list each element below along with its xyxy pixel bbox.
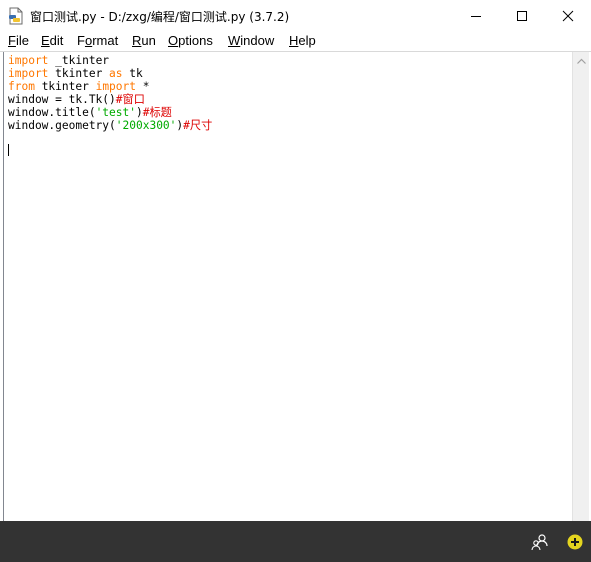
menu-options[interactable]: Options [168, 33, 213, 48]
text-cursor [8, 144, 9, 156]
menu-format[interactable]: Format [77, 33, 118, 48]
vertical-scrollbar[interactable] [572, 52, 590, 521]
code-text-segment: tk [122, 67, 143, 80]
code-text-segment: window = tk.Tk() [8, 93, 116, 106]
menu-file-mnemonic: F [8, 33, 16, 48]
keyword: import [95, 80, 136, 93]
menu-options-label: ptions [178, 33, 213, 48]
menu-edit-label: dit [49, 33, 64, 48]
code-text-segment: tkinter [34, 80, 96, 93]
code-text-segment: _tkinter [48, 54, 110, 67]
menu-help-label: elp [298, 33, 316, 48]
keyword: import [8, 67, 49, 80]
menu-edit-mnemonic: E [41, 33, 50, 48]
menu-help-mnemonic: H [289, 33, 299, 48]
menu-file-label: ile [15, 33, 29, 48]
code-editor[interactable]: import _tkinter import tkinter as tk from … [3, 52, 573, 521]
code-text-segment: ) [135, 106, 143, 119]
menu-format-prefix: F [77, 33, 85, 48]
code-text-segment: window.title( [8, 106, 96, 119]
menu-edit[interactable]: Edit [41, 33, 63, 48]
menu-run[interactable]: Run [132, 33, 156, 48]
window-title: 窗口测试.py - D:/zxg/编程/窗口测试.py (3.7.2) [30, 10, 290, 24]
string-literal: 'test' [95, 106, 136, 119]
comment: #窗口 [115, 93, 145, 106]
maximize-icon [517, 10, 527, 21]
code-line-2: import tkinter as tk [8, 67, 212, 80]
maximize-button[interactable] [499, 0, 545, 31]
menu-format-label: rmat [92, 33, 119, 48]
minimize-button[interactable] [453, 0, 499, 31]
code-text-segment: * [136, 80, 150, 93]
chevron-up-icon [577, 58, 586, 64]
menu-run-label: un [141, 33, 156, 48]
menu-run-mnemonic: R [132, 33, 142, 48]
menu-options-mnemonic: O [168, 33, 179, 48]
code-line-3: from tkinter import * [8, 80, 212, 93]
menu-window-mnemonic: W [228, 33, 241, 48]
close-icon [562, 10, 574, 21]
menu-help[interactable]: Help [289, 33, 316, 48]
code-line-4: window = tk.Tk()#窗口 [8, 93, 212, 106]
menu-window[interactable]: Window [228, 33, 274, 48]
code-line-1: import _tkinter [8, 54, 212, 67]
code-text-segment: window.geometry( [8, 119, 116, 132]
string-literal: '200x300' [115, 119, 177, 132]
code-line-5: window.title('test')#标题 [8, 106, 212, 119]
close-button[interactable] [545, 0, 591, 31]
menu-window-label: indow [240, 33, 275, 48]
comment: #标题 [142, 106, 172, 119]
code-text: import _tkinter import tkinter as tk from … [8, 54, 212, 132]
keyword: as [109, 67, 123, 80]
code-line-6: window.geometry('200x300')#尺寸 [8, 119, 212, 132]
add-badge-icon[interactable] [566, 533, 584, 551]
menu-file[interactable]: File [8, 33, 29, 48]
comment: #尺寸 [183, 119, 213, 132]
keyword: from [8, 80, 35, 93]
keyword: import [8, 54, 49, 67]
minimize-icon [471, 15, 481, 17]
code-text-segment: tkinter [48, 67, 110, 80]
python-file-icon [9, 7, 23, 25]
menu-bar: File Edit Format Run Options Window Help [0, 31, 591, 51]
scroll-up-button[interactable] [573, 52, 590, 69]
people-icon[interactable] [531, 533, 549, 551]
taskbar [0, 521, 591, 562]
title-bar: 窗口测试.py - D:/zxg/编程/窗口测试.py (3.7.2) [0, 0, 591, 31]
